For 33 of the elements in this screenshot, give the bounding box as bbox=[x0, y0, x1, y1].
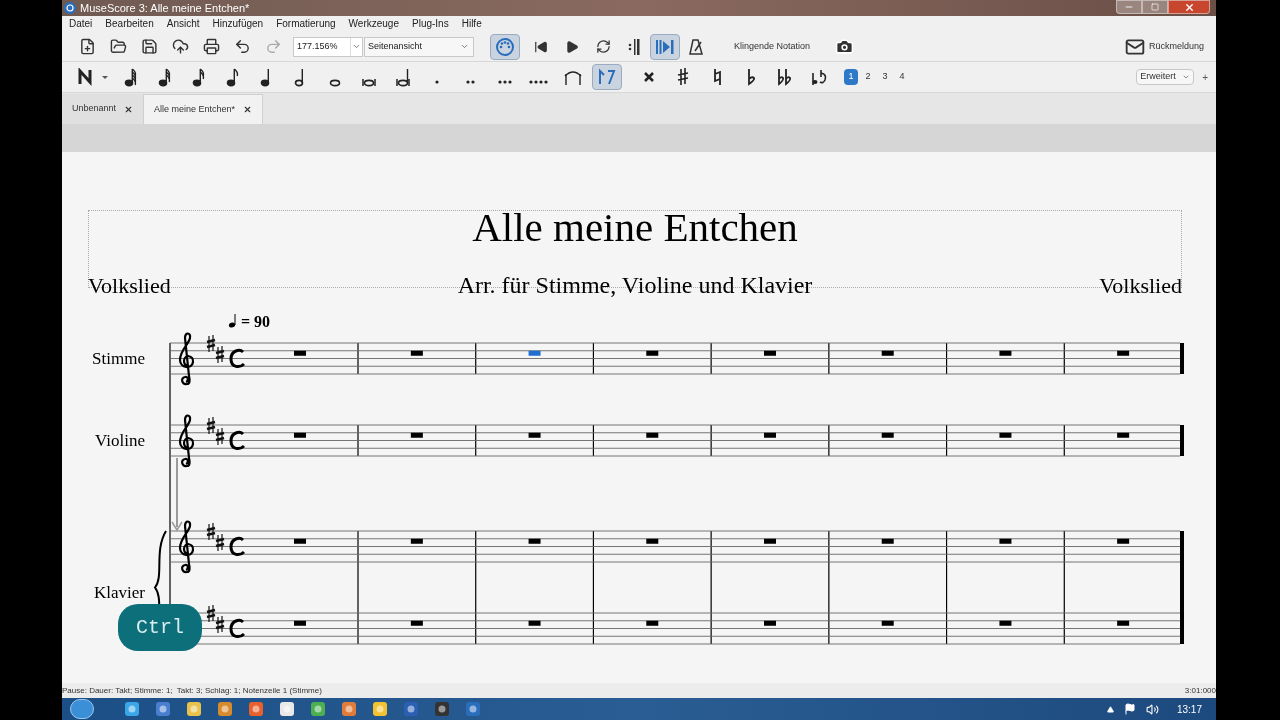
voice-button[interactable]: 1 bbox=[844, 69, 858, 85]
score-subtitle: Arr. für Stimme, Violine und Klavier bbox=[457, 273, 813, 297]
menu-item[interactable]: Ansicht bbox=[166, 19, 200, 29]
score-tab[interactable]: Unbenannt bbox=[62, 94, 144, 124]
voice-button[interactable]: 4 bbox=[895, 69, 909, 85]
status-text: Pause: Dauer: Takt; Stimme: 1; Takt: 3; Schlag: 1; Notenzeile 1 (Stimme) bbox=[62, 684, 322, 697]
voice-button[interactable]: 2 bbox=[861, 69, 875, 85]
lyricist-text: Volkslied bbox=[88, 275, 171, 297]
tempo-marking: = 90 bbox=[228, 313, 271, 330]
composer-text: Volkslied bbox=[1099, 275, 1182, 297]
add-workspace-button[interactable]: + bbox=[1202, 69, 1208, 85]
taskbar-clock[interactable]: 13:17 bbox=[1176, 701, 1202, 717]
view-dropdown[interactable]: Seitenansicht bbox=[364, 36, 474, 57]
instrument-name: Violine bbox=[95, 431, 145, 450]
menu-item[interactable]: Bearbeiten bbox=[105, 19, 154, 29]
feedback-button[interactable]: Rückmeldung bbox=[1124, 33, 1206, 60]
status-time: 3:01:000 bbox=[1184, 684, 1216, 697]
menu-item[interactable]: Werkzeuge bbox=[348, 19, 399, 29]
menu-item[interactable]: Plug-Ins bbox=[412, 19, 449, 29]
instrument-name: Klavier bbox=[94, 582, 145, 602]
score-tab[interactable]: Alle meine Entchen* bbox=[143, 94, 264, 124]
instrument-name: Stimme bbox=[92, 349, 145, 368]
menu-item[interactable]: Hilfe bbox=[461, 19, 482, 29]
menu-item[interactable]: Datei bbox=[69, 19, 93, 29]
concert-pitch-button[interactable]: Klingende Notation bbox=[730, 33, 815, 60]
workspace-dropdown[interactable]: Erweitert bbox=[1136, 69, 1195, 85]
key-press-overlay: Ctrl bbox=[118, 604, 202, 651]
zoom-field[interactable]: 177.156% bbox=[293, 36, 363, 57]
voice-button[interactable]: 3 bbox=[878, 69, 892, 85]
menu-item[interactable]: Formatierung bbox=[276, 19, 336, 29]
menu-item[interactable]: Hinzufügen bbox=[212, 19, 264, 29]
score-title: Alle meine Entchen bbox=[472, 207, 798, 248]
window-title: MuseScore 3: Alle meine Entchen* bbox=[80, 2, 250, 14]
